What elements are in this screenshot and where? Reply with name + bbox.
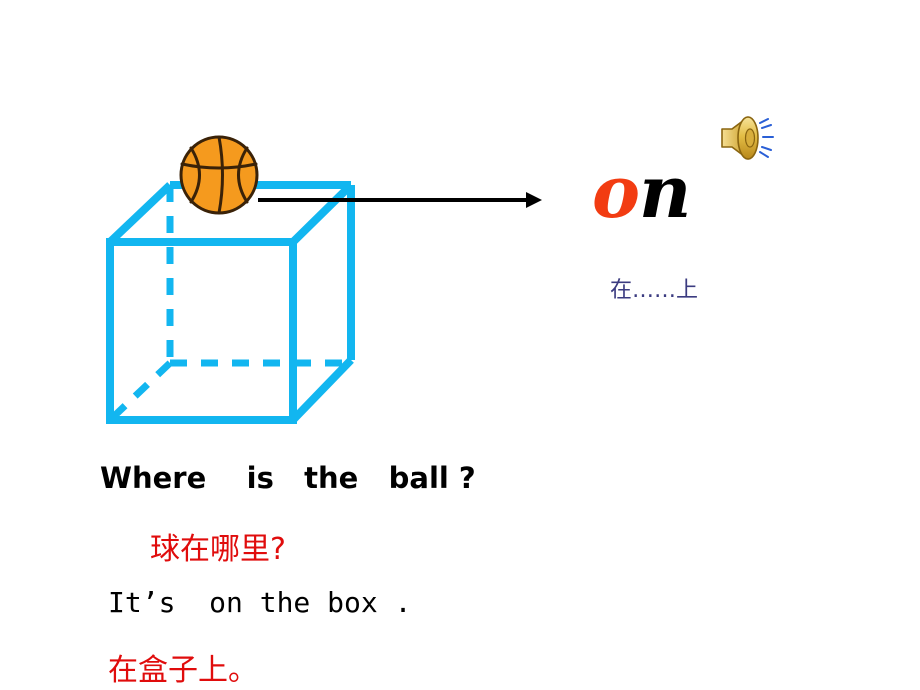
question-english: Where is the ball ? (100, 461, 476, 495)
sound-wave-lines (759, 118, 774, 158)
arrow-right-icon (258, 192, 542, 208)
basketball (179, 135, 259, 215)
vocab-word-first-letter: o (592, 149, 640, 234)
illustration-svg (106, 135, 542, 424)
slide-canvas: on 在……上 Where is the ball ? 球在哪里? It’s o… (0, 0, 920, 690)
cube-and-ball-illustration (90, 120, 560, 440)
speaker-sound-icon[interactable] (718, 112, 776, 164)
vocab-word: on (592, 156, 691, 228)
speaker-icon-svg (721, 116, 774, 160)
answer-chinese: 在盒子上。 (108, 653, 258, 688)
vocab-word-gloss: 在……上 (610, 278, 699, 303)
answer-english: It’s on the box . (108, 586, 412, 619)
question-chinese: 球在哪里? (150, 532, 286, 567)
vocab-word-rest: n (639, 149, 691, 234)
